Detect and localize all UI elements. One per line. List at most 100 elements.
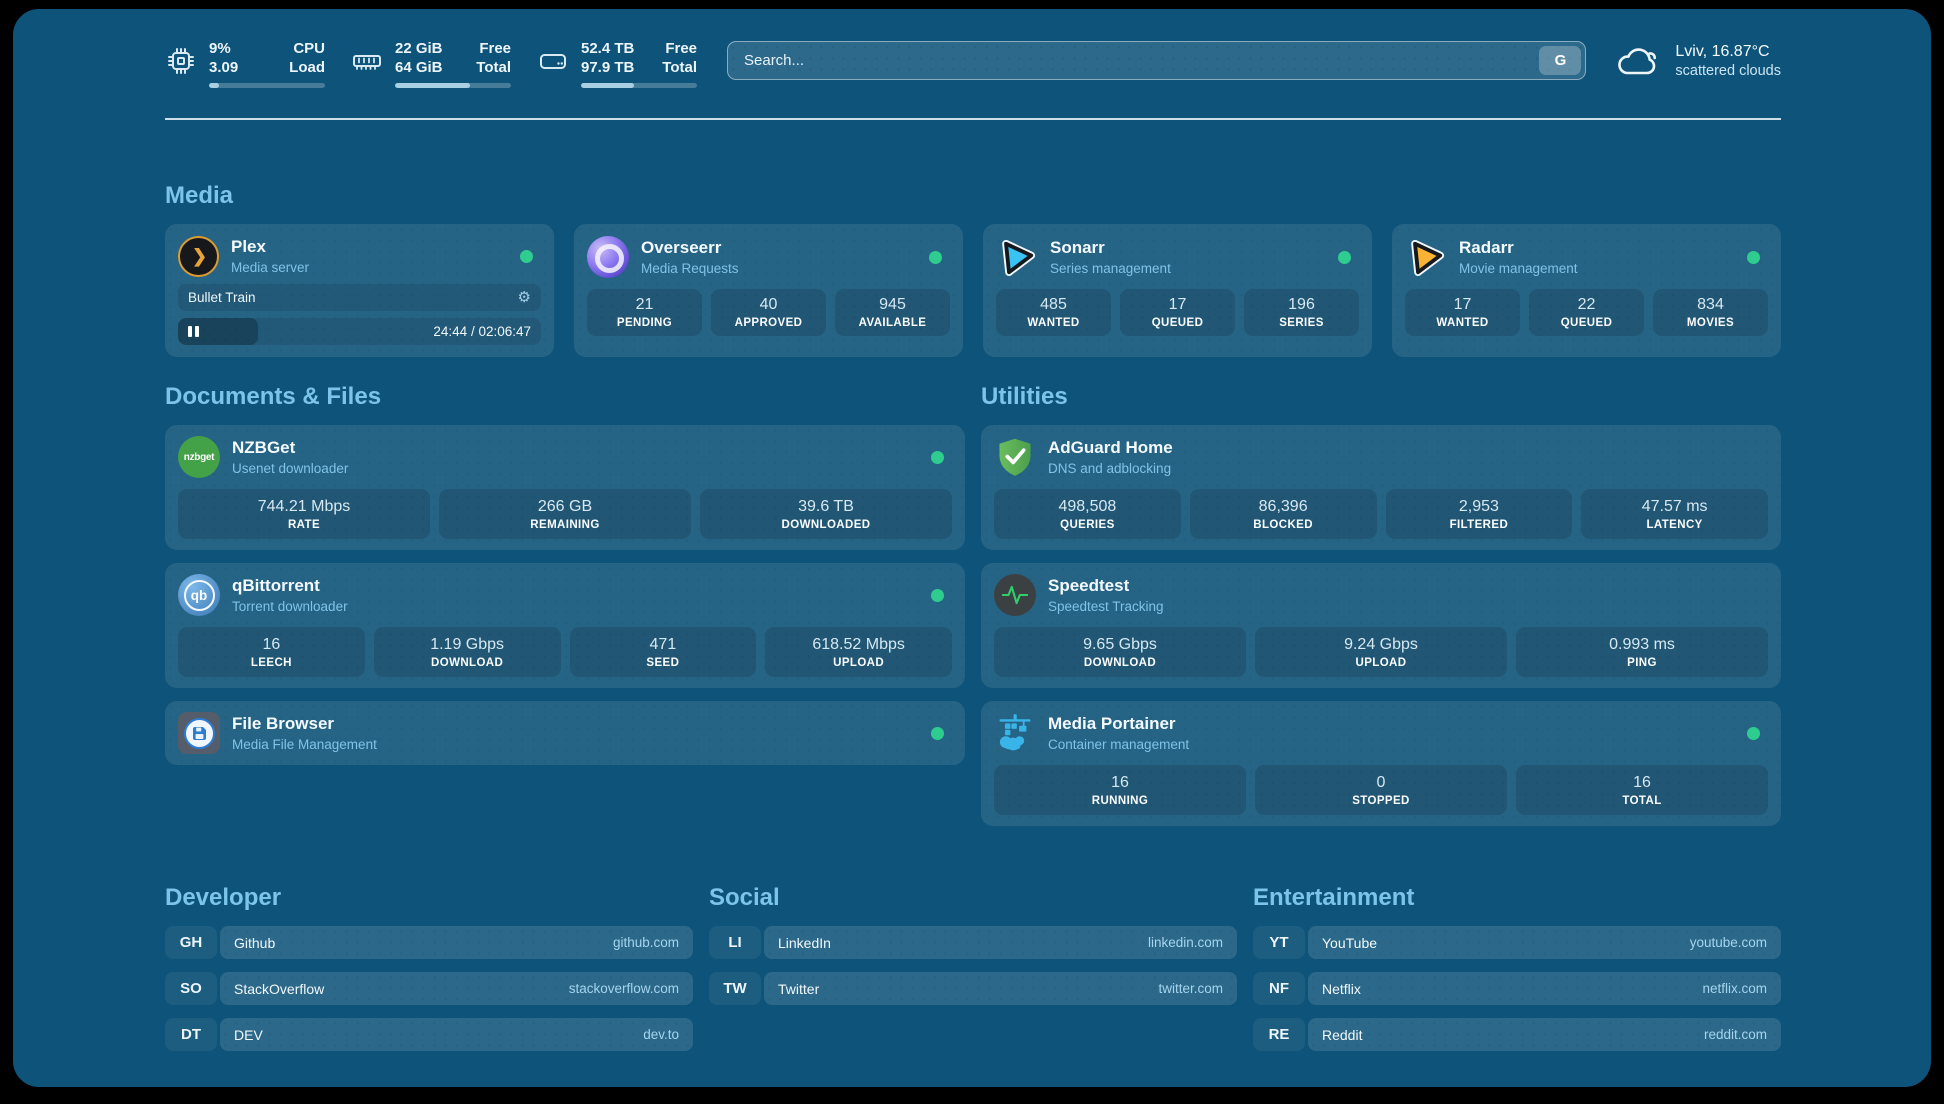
bookmark-stackoverflow[interactable]: SO StackOverflow stackoverflow.com [165, 972, 693, 1005]
stat-label: WANTED [1027, 317, 1079, 329]
stat-label: APPROVED [735, 317, 803, 329]
service-title: File Browser [232, 714, 377, 734]
status-dot [929, 251, 942, 264]
weather-summary: Lviv, 16.87°C [1675, 41, 1781, 62]
stat-value: 17 [1169, 296, 1187, 314]
service-subtitle: Media server [231, 260, 309, 276]
system-stats: 9% 3.09 CPU Load [165, 39, 697, 88]
radarr-icon [1405, 236, 1447, 278]
service-card-adguard[interactable]: AdGuard Home DNS and adblocking 498,508 … [981, 425, 1781, 550]
stat-label: DOWNLOAD [431, 657, 503, 669]
nzbget-icon: nzbget [178, 436, 220, 478]
status-dot [1747, 251, 1760, 264]
stat-label: RUNNING [1092, 795, 1148, 807]
stat-label: QUEUED [1152, 317, 1204, 329]
stat-label: STOPPED [1352, 795, 1410, 807]
stat-value: 16 [1633, 774, 1651, 792]
service-card-overseerr[interactable]: Overseerr Media Requests 21 PENDING 40 A… [574, 224, 963, 357]
weather-condition: scattered clouds [1675, 62, 1781, 81]
service-card-nzbget[interactable]: nzbget NZBGet Usenet downloader 744.21 M… [165, 425, 965, 550]
search-input[interactable] [727, 41, 1586, 80]
utilities-section: Utilities [981, 383, 1781, 826]
dashboard-panel: 9% 3.09 CPU Load [13, 9, 1931, 1087]
stat-label: DOWNLOAD [1084, 657, 1156, 669]
service-title: Radarr [1459, 238, 1578, 258]
adguard-shield-icon [994, 436, 1036, 478]
bookmark-domain: stackoverflow.com [569, 981, 679, 996]
stat-tile: 47.57 ms LATENCY [1581, 489, 1768, 539]
service-subtitle: Container management [1048, 737, 1189, 753]
service-card-qbittorrent[interactable]: qb qBittorrent Torrent downloader 16 LEE… [165, 563, 965, 688]
stat-label: LATENCY [1646, 519, 1702, 531]
service-title: NZBGet [232, 438, 348, 458]
bookmark-reddit[interactable]: RE Reddit reddit.com [1253, 1018, 1781, 1051]
stat-value: 471 [650, 636, 677, 654]
documents-section: Documents & Files nzbget NZBGet Usenet d… [165, 383, 965, 826]
qbittorrent-icon: qb [178, 574, 220, 616]
stat-label: FILTERED [1450, 519, 1509, 531]
service-card-plex[interactable]: ❯ Plex Media server Bullet Train ⚙ 24:44… [165, 224, 554, 357]
stat-label: UPLOAD [1356, 657, 1407, 669]
service-card-sonarr[interactable]: Sonarr Series management 485 WANTED 17 Q… [983, 224, 1372, 357]
stat-value: 2,953 [1459, 498, 1499, 516]
bookmark-youtube[interactable]: YT YouTube youtube.com [1253, 926, 1781, 959]
stat-value: 834 [1697, 296, 1724, 314]
stat-label: TOTAL [1622, 795, 1661, 807]
bookmark-abbr: RE [1253, 1018, 1305, 1051]
service-subtitle: Series management [1050, 261, 1171, 277]
bookmark-github[interactable]: GH Github github.com [165, 926, 693, 959]
service-subtitle: Torrent downloader [232, 599, 348, 615]
status-dot [931, 451, 944, 464]
memory-free-label: Free [476, 39, 511, 58]
now-playing-row: Bullet Train ⚙ [178, 284, 541, 311]
media-section-title: Media [165, 182, 1781, 210]
bookmark-twitter[interactable]: TW Twitter twitter.com [709, 972, 1237, 1005]
pause-icon[interactable] [188, 326, 199, 337]
bookmark-domain: linkedin.com [1148, 935, 1223, 950]
bookmark-netflix[interactable]: NF Netflix netflix.com [1253, 972, 1781, 1005]
stat-value: 39.6 TB [798, 498, 854, 516]
bookmark-group-developer: Developer GH Github github.com SO StackO… [165, 884, 693, 1064]
service-card-radarr[interactable]: Radarr Movie management 17 WANTED 22 QUE… [1392, 224, 1781, 357]
stat-value: 945 [879, 296, 906, 314]
bookmark-abbr: YT [1253, 926, 1305, 959]
stat-tile: 485 WANTED [996, 289, 1111, 336]
stat-value: 266 GB [538, 498, 592, 516]
overseerr-icon [587, 236, 629, 278]
stat-tile: 21 PENDING [587, 289, 702, 336]
documents-section-title: Documents & Files [165, 383, 965, 411]
portainer-crane-icon [994, 712, 1036, 754]
stat-tile: 834 MOVIES [1653, 289, 1768, 336]
stat-label: QUERIES [1060, 519, 1115, 531]
settings-gear-icon[interactable]: ⚙ [518, 290, 531, 305]
status-dot [1338, 251, 1351, 264]
bookmark-name: Netflix [1322, 981, 1361, 997]
stat-value: 9.24 Gbps [1344, 636, 1418, 654]
bookmark-linkedin[interactable]: LI LinkedIn linkedin.com [709, 926, 1237, 959]
weather-widget[interactable]: Lviv, 16.87°C scattered clouds [1614, 41, 1781, 81]
service-card-speedtest[interactable]: Speedtest Speedtest Tracking 9.65 Gbps D… [981, 563, 1781, 688]
service-title: Speedtest [1048, 576, 1164, 596]
player-progress-row[interactable]: 24:44 / 02:06:47 [178, 318, 541, 345]
bookmark-name: Reddit [1322, 1027, 1362, 1043]
stat-tile: 86,396 BLOCKED [1190, 489, 1377, 539]
bookmark-domain: youtube.com [1690, 935, 1767, 950]
memory-stat: 22 GiB 64 GiB Free Total [351, 39, 511, 88]
search-provider-button[interactable]: G [1539, 46, 1581, 75]
stat-tile: 9.24 Gbps UPLOAD [1255, 627, 1507, 677]
stat-label: PING [1627, 657, 1657, 669]
bookmark-name: Github [234, 935, 275, 951]
bookmark-dev[interactable]: DT DEV dev.to [165, 1018, 693, 1051]
service-card-portainer[interactable]: Media Portainer Container management 16 … [981, 701, 1781, 826]
service-subtitle: Movie management [1459, 261, 1578, 277]
disk-stat: 52.4 TB 97.9 TB Free Total [537, 39, 697, 88]
bookmark-domain: netflix.com [1702, 981, 1767, 996]
service-title: AdGuard Home [1048, 438, 1173, 458]
stat-label: UPLOAD [833, 657, 884, 669]
stat-value: 17 [1454, 296, 1472, 314]
stat-label: SEED [646, 657, 679, 669]
service-card-filebrowser[interactable]: File Browser Media File Management [165, 701, 965, 765]
cloud-icon [1614, 41, 1662, 81]
stat-value: 618.52 Mbps [812, 636, 905, 654]
stat-tile: 16 TOTAL [1516, 765, 1768, 815]
